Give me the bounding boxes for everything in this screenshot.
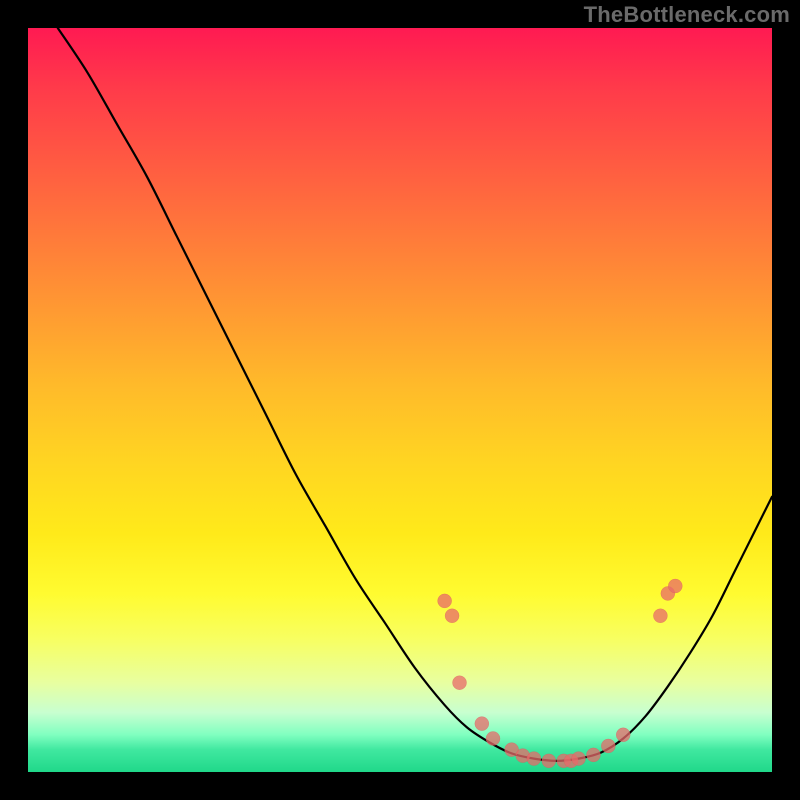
curve-marker bbox=[486, 732, 500, 746]
curve-marker bbox=[572, 752, 586, 766]
curve-marker bbox=[475, 717, 489, 731]
curve-marker bbox=[601, 739, 615, 753]
watermark-text: TheBottleneck.com bbox=[584, 2, 790, 28]
curve-marker bbox=[438, 594, 452, 608]
bottleneck-curve bbox=[58, 28, 772, 761]
curve-marker bbox=[616, 728, 630, 742]
chart-plot-area bbox=[28, 28, 772, 772]
chart-frame: TheBottleneck.com bbox=[0, 0, 800, 800]
curve-marker bbox=[668, 579, 682, 593]
curve-marker bbox=[586, 748, 600, 762]
curve-marker bbox=[542, 754, 556, 768]
curve-marker bbox=[527, 752, 541, 766]
chart-svg bbox=[28, 28, 772, 772]
curve-markers bbox=[438, 579, 683, 768]
curve-marker bbox=[445, 609, 459, 623]
curve-marker bbox=[453, 676, 467, 690]
curve-marker bbox=[653, 609, 667, 623]
